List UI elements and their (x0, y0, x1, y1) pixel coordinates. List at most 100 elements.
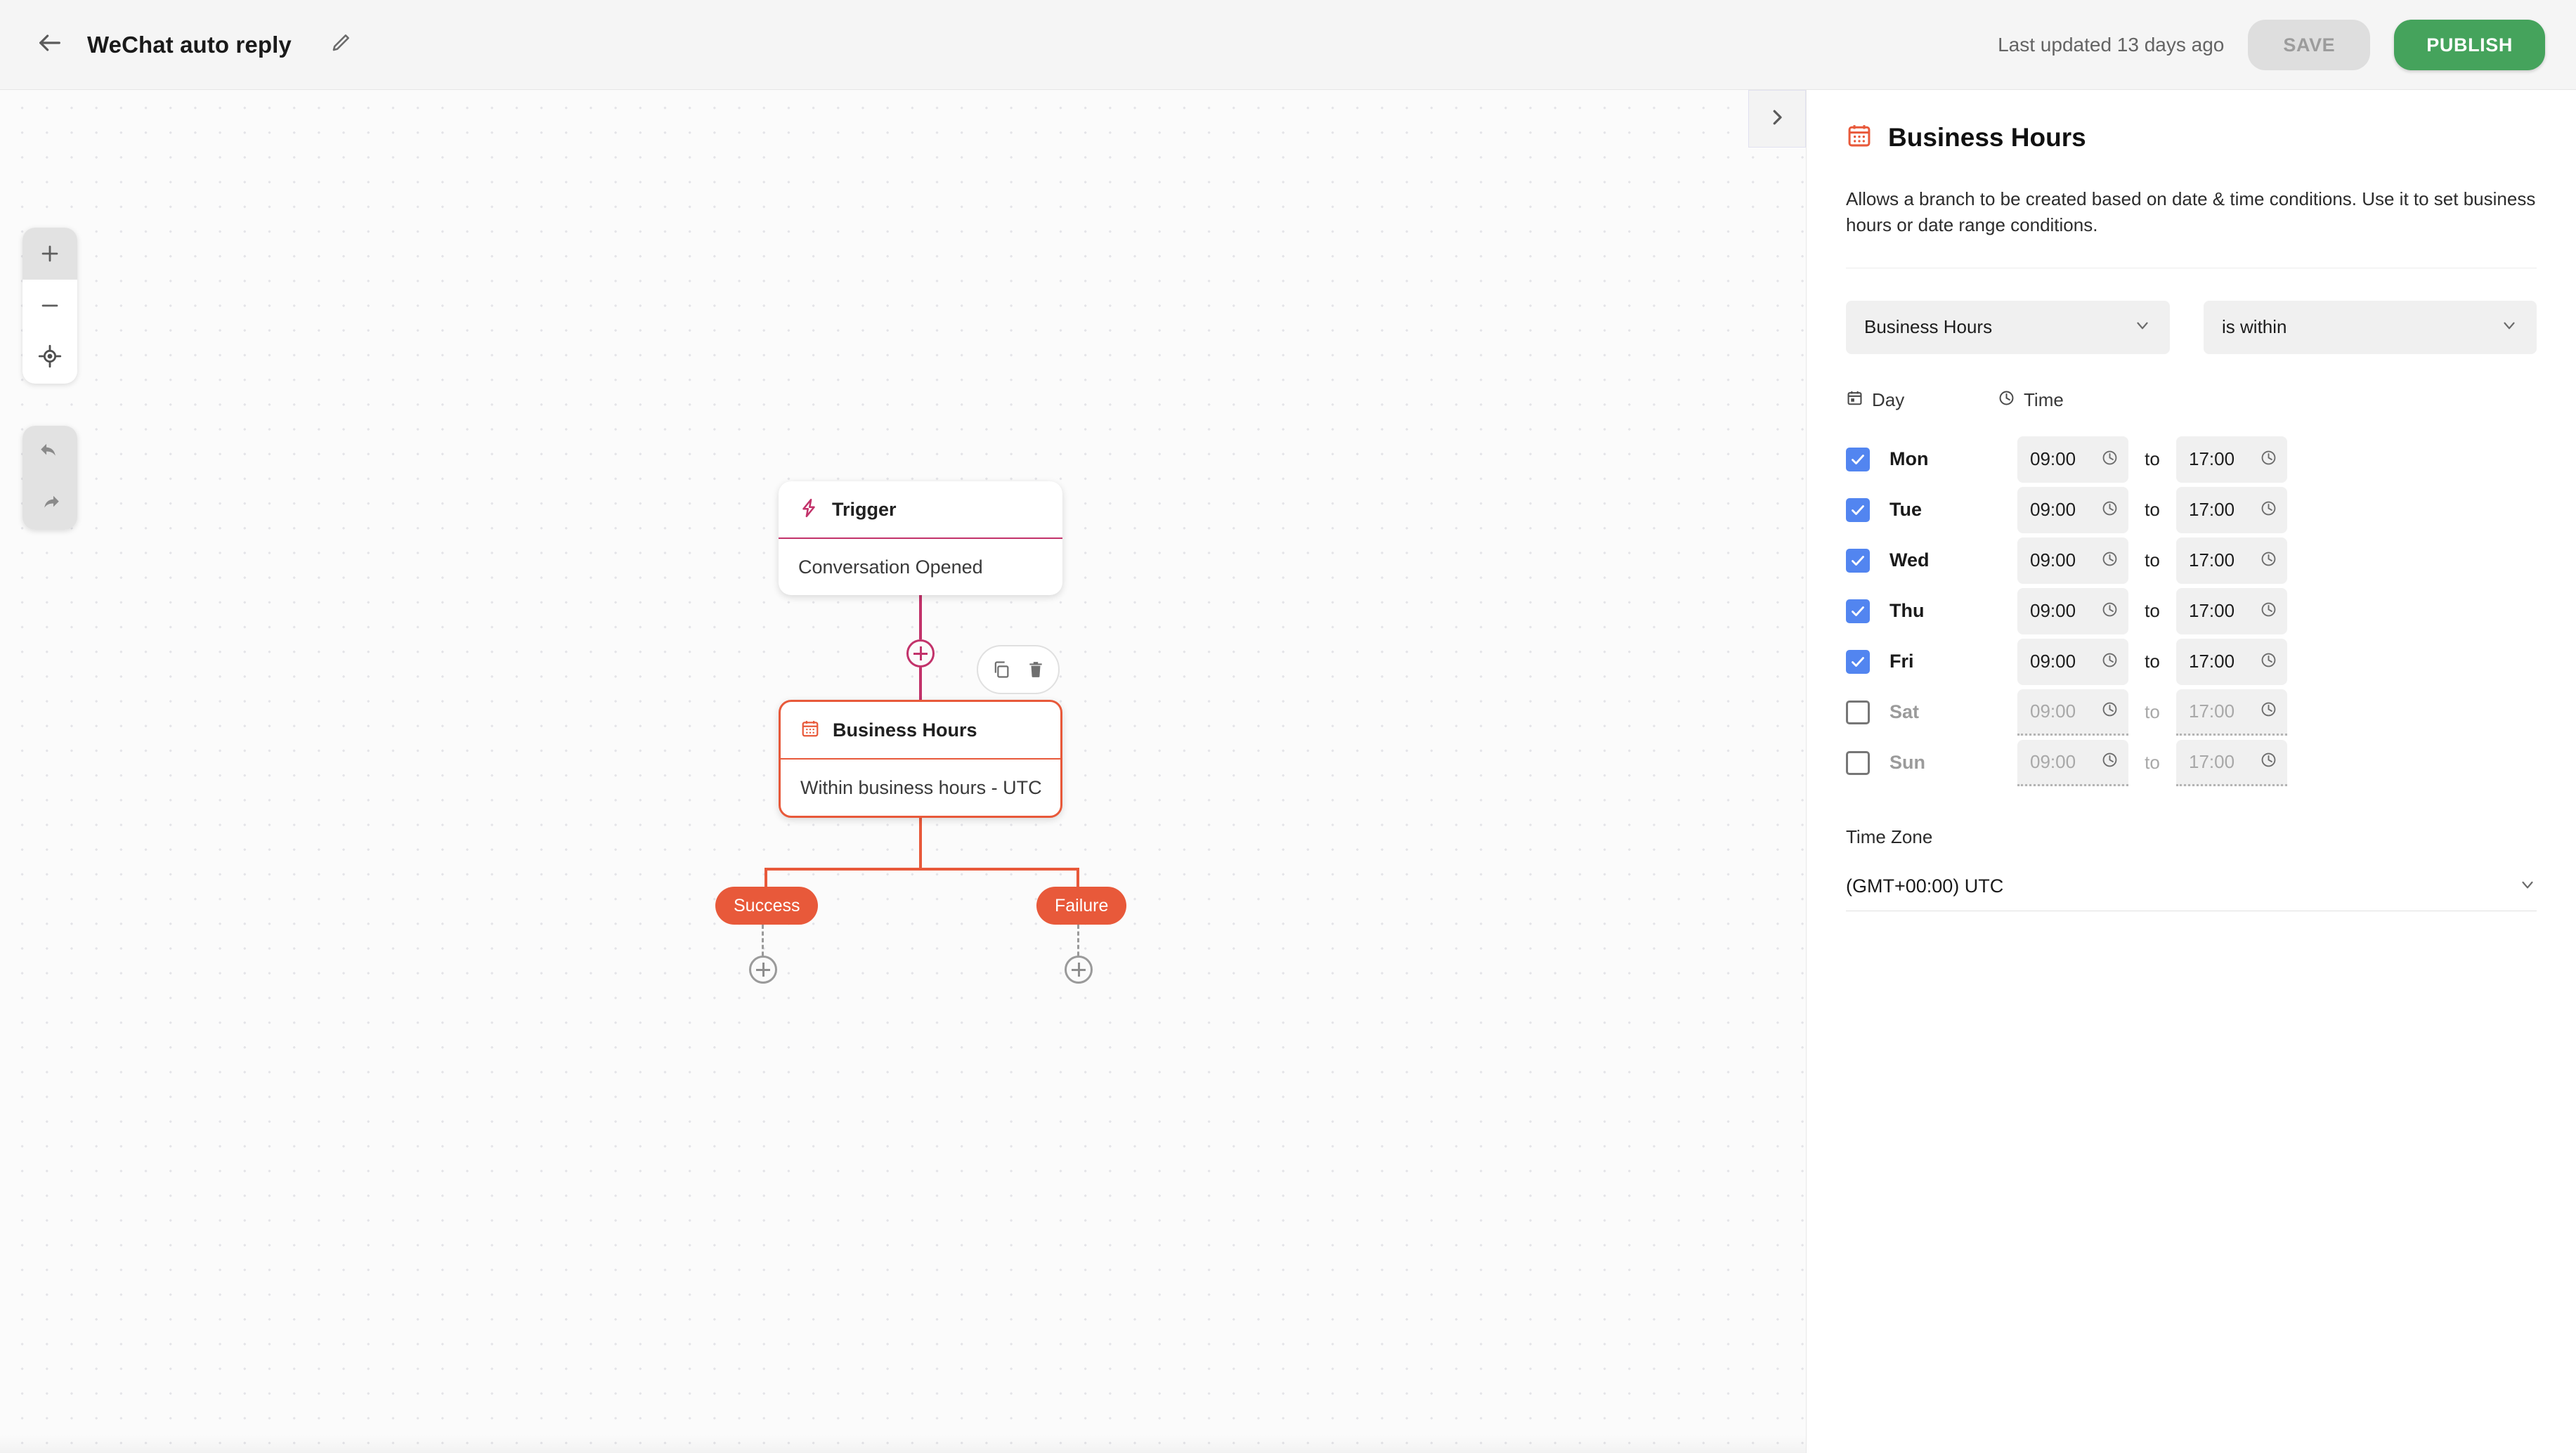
clock-icon (2101, 449, 2119, 470)
flow-canvas[interactable]: Trigger Conversation Opened Business Hou… (0, 90, 1806, 1453)
panel-description: Allows a branch to be created based on d… (1846, 188, 2536, 235)
timezone-select[interactable]: (GMT+00:00) UTC (1846, 862, 2537, 911)
last-updated-text: Last updated 13 days ago (1998, 33, 2225, 56)
chevron-down-icon (2500, 316, 2518, 338)
day-row-tue: Tue 09:00 to 17:00 (1846, 485, 2537, 535)
day-time-table-header: Day Time (1846, 389, 2537, 412)
panel-title: Business Hours (1888, 122, 2086, 152)
history-controls (22, 426, 77, 530)
time-from-sat[interactable]: 09:00 (2017, 689, 2128, 736)
timezone-value: (GMT+00:00) UTC (1846, 875, 2004, 897)
time-from-fri[interactable]: 09:00 (2017, 638, 2128, 685)
zoom-in-button[interactable] (22, 228, 77, 280)
node-header: Trigger (779, 481, 1062, 539)
flow-node-business-hours[interactable]: Business Hours Within business hours - U… (779, 700, 1062, 818)
column-header-time-label: Time (2024, 389, 2064, 411)
crosshair-icon (38, 344, 62, 372)
copy-icon[interactable] (991, 660, 1011, 679)
properties-panel: Business Hours Allows a branch to be cre… (1806, 90, 2576, 1453)
time-from-thu[interactable]: 09:00 (2017, 587, 2128, 634)
day-row-sun: Sun 09:00 to 17:00 (1846, 738, 2537, 788)
time-from-tue[interactable]: 09:00 (2017, 486, 2128, 533)
edge-branch-horizontal (765, 868, 1079, 871)
back-button[interactable] (28, 23, 72, 67)
condition-operator-value: is within (2222, 316, 2287, 338)
day-checkbox-mon[interactable] (1846, 447, 1870, 471)
day-label-mon: Mon (1889, 448, 1929, 470)
flow-node-trigger[interactable]: Trigger Conversation Opened (779, 481, 1062, 595)
to-separator: to (2145, 499, 2160, 521)
condition-type-select[interactable]: Business Hours (1846, 300, 2171, 354)
day-row-wed: Wed 09:00 to 17:00 (1846, 535, 2537, 586)
timezone-label: Time Zone (1846, 826, 1933, 847)
pencil-icon (330, 32, 351, 57)
time-to-tue[interactable]: 17:00 (2176, 486, 2287, 533)
arrow-left-icon (36, 29, 64, 60)
zoom-controls (22, 228, 77, 384)
node-title: Business Hours (833, 719, 977, 741)
clock-icon (2101, 500, 2119, 521)
redo-button[interactable] (22, 478, 77, 530)
clock-icon (2260, 601, 2277, 622)
page-title: WeChat auto reply (87, 31, 292, 58)
add-step-success-button[interactable] (749, 956, 777, 984)
top-bar: WeChat auto reply Last updated 13 days a… (0, 0, 2576, 90)
time-from-mon[interactable]: 09:00 (2017, 436, 2128, 483)
to-separator: to (2145, 701, 2160, 723)
time-to-wed[interactable]: 17:00 (2176, 537, 2287, 584)
condition-row: Business Hours is within (1846, 300, 2537, 354)
canvas-bottom-shadow (0, 1435, 1806, 1453)
day-checkbox-tue[interactable] (1846, 497, 1870, 522)
condition-type-value: Business Hours (1864, 316, 1993, 338)
publish-button[interactable]: PUBLISH (2394, 19, 2545, 70)
time-to-mon[interactable]: 17:00 (2176, 436, 2287, 483)
edge-trigger-to-plus (919, 595, 922, 639)
branch-pill-failure[interactable]: Failure (1036, 887, 1127, 925)
panel-expand-handle[interactable] (1748, 90, 1806, 148)
clock-icon (2101, 601, 2119, 622)
chevron-down-icon (2518, 875, 2537, 897)
clock-icon (2260, 701, 2277, 722)
undo-icon (38, 438, 62, 466)
day-checkbox-wed[interactable] (1846, 548, 1870, 573)
chevron-down-icon (2133, 316, 2152, 338)
to-separator: to (2145, 448, 2160, 470)
clock-icon (2101, 651, 2119, 672)
time-from-wed[interactable]: 09:00 (2017, 537, 2128, 584)
add-step-between-button[interactable] (906, 639, 935, 667)
day-time-rows: Mon 09:00 to 17:00 Tue 09:00 to 17:00 Wed 09:00 to… (1846, 434, 2537, 788)
day-checkbox-sun[interactable] (1846, 750, 1870, 775)
topbar-actions: Last updated 13 days ago SAVE PUBLISH (1998, 19, 2545, 70)
clock-icon (2260, 500, 2277, 521)
calendar-small-icon (1846, 389, 1863, 412)
day-label-tue: Tue (1889, 499, 1922, 521)
branch-pill-success[interactable]: Success (715, 887, 819, 925)
day-label-sat: Sat (1889, 701, 1920, 723)
day-checkbox-sat[interactable] (1846, 700, 1870, 724)
day-checkbox-fri[interactable] (1846, 649, 1870, 674)
recenter-button[interactable] (22, 332, 77, 384)
time-to-fri[interactable]: 17:00 (2176, 638, 2287, 685)
time-to-sat[interactable]: 17:00 (2176, 689, 2287, 736)
lightning-bolt-icon (798, 497, 819, 522)
day-checkbox-thu[interactable] (1846, 599, 1870, 623)
calendar-icon (800, 719, 820, 742)
day-label-thu: Thu (1889, 600, 1925, 622)
undo-button[interactable] (22, 426, 77, 478)
time-to-sun[interactable]: 17:00 (2176, 739, 2287, 786)
day-row-fri: Fri 09:00 to 17:00 (1846, 637, 2537, 687)
save-button[interactable]: SAVE (2248, 19, 2371, 70)
add-step-failure-button[interactable] (1065, 956, 1093, 984)
time-to-thu[interactable]: 17:00 (2176, 587, 2287, 634)
day-label-fri: Fri (1889, 651, 1914, 672)
node-title: Trigger (832, 498, 897, 520)
column-header-day: Day (1846, 389, 1998, 412)
node-body: Within business hours - UTC (800, 776, 1042, 798)
time-from-sun[interactable]: 09:00 (2017, 739, 2128, 786)
to-separator: to (2145, 600, 2160, 622)
trash-icon[interactable] (1027, 660, 1045, 679)
day-row-mon: Mon 09:00 to 17:00 (1846, 434, 2537, 485)
zoom-out-button[interactable] (22, 280, 77, 332)
condition-operator-select[interactable]: is within (2204, 300, 2537, 354)
edit-title-button[interactable] (321, 25, 360, 65)
